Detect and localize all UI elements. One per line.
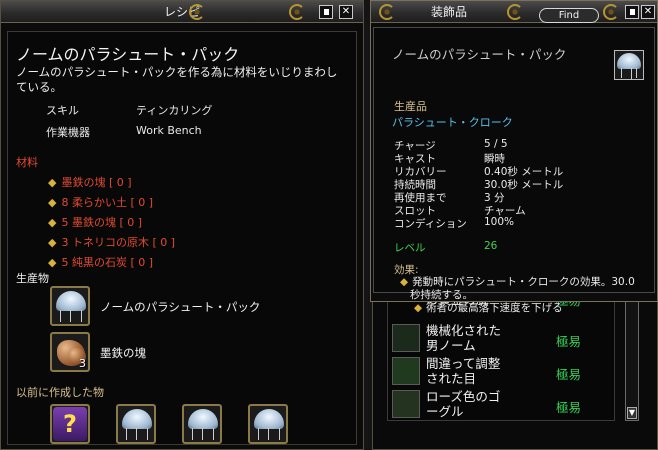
- stat-value: 100%: [484, 216, 515, 228]
- bullet-icon: ◆: [400, 276, 409, 288]
- product-label: ノームのパラシュート・パック: [100, 300, 261, 314]
- product-label: 墨鉄の塊: [100, 346, 146, 360]
- swirl-ornament-icon: [507, 4, 523, 20]
- recipe-description: ノームのパラシュート・パックを作る為に材料をいじりまわしている。: [16, 65, 338, 94]
- parachute-icon: [56, 291, 86, 311]
- product-slot-ore[interactable]: 3: [50, 332, 90, 372]
- recipe-titlebar[interactable]: レシピ: [1, 1, 363, 23]
- stat-value: 5 / 5: [484, 138, 508, 150]
- swirl-ornament-icon: [189, 4, 205, 20]
- level-value: 26: [484, 240, 498, 252]
- tooltip-title: ノームのパラシュート・パック: [392, 47, 567, 62]
- products-header: 生産物: [16, 272, 49, 285]
- find-button[interactable]: Find: [539, 8, 599, 23]
- material-item: ◆ 3 トネリコの原木 [ 0 ]: [48, 236, 176, 249]
- list-item[interactable]: 機械化された男ノーム 極易: [388, 322, 616, 355]
- item-tooltip: 装飾品 Find ✕ ノームのパラシュート・パック 生産品 パラシュート・クロー…: [370, 0, 658, 314]
- previous-slot[interactable]: [182, 404, 222, 444]
- product-qty: 3: [79, 357, 86, 370]
- list-item[interactable]: 間違って調整された目 極易: [388, 355, 616, 388]
- close-icon[interactable]: ✕: [339, 5, 353, 19]
- materials-header: 材料: [16, 156, 38, 169]
- tooltip-tag: 生産品: [394, 100, 427, 113]
- parachute-icon: [122, 409, 152, 429]
- material-item: ◆ 墨鉄の塊 [ 0 ]: [48, 176, 132, 189]
- parachute-icon: [614, 50, 644, 80]
- previously-made-header: 以前に作成した物: [16, 386, 104, 399]
- effect-line: 秒持続する。: [410, 289, 473, 301]
- list-scrollbar[interactable]: ▼: [625, 301, 639, 421]
- accessory-title: 装飾品: [431, 5, 468, 19]
- goggles-icon: [392, 390, 420, 418]
- skill-label: スキル: [46, 104, 79, 117]
- stat-label: コンディション: [394, 218, 467, 230]
- station-value: Work Bench: [136, 124, 202, 137]
- tooltip-box: ノームのパラシュート・パック 生産品 パラシュート・クローク チャージ 5 / …: [373, 27, 655, 314]
- bullet-icon: ◆: [48, 176, 57, 189]
- recipe-window: レシピ ✕ ノームのパラシュート・パック ノームのパラシュート・パックを作る為に…: [0, 0, 364, 450]
- bullet-icon: ◆: [48, 216, 57, 229]
- product-slot-parachute[interactable]: [50, 286, 90, 326]
- eye-icon: [392, 357, 420, 385]
- pin-icon[interactable]: [625, 5, 639, 19]
- parachute-icon: [188, 409, 218, 429]
- swirl-ornament-icon: [603, 4, 619, 20]
- list-item[interactable]: ローズ色のゴーグル 極易: [388, 388, 616, 421]
- scroll-down-icon[interactable]: ▼: [627, 407, 637, 419]
- swirl-ornament-icon: [289, 4, 305, 20]
- effects-title: 効果:: [394, 264, 419, 276]
- material-item: ◆ 5 純黒の石炭 [ 0 ]: [48, 256, 154, 269]
- question-mark-icon: ?: [53, 407, 87, 441]
- effect-line: ◆ 発動時にパラシュート・クロークの効果。30.0: [400, 276, 635, 288]
- recipe-body: ノームのパラシュート・パック ノームのパラシュート・パックを作る為に材料をいじり…: [7, 31, 357, 445]
- material-item: ◆ 8 柔らかい土 [ 0 ]: [48, 196, 154, 209]
- previous-slot[interactable]: [248, 404, 288, 444]
- bullet-icon: ◆: [48, 196, 57, 209]
- bullet-icon: ◆: [48, 236, 57, 249]
- effect-line: ◆ 術者の最高落下速度を下げる: [414, 302, 563, 314]
- parachute-icon: [254, 409, 284, 429]
- previous-slot[interactable]: [116, 404, 156, 444]
- recipe-list: の黄金の腕 極易 機械化された男ノーム 極易 間違って調整された目 極易 ローズ…: [387, 292, 616, 421]
- close-icon[interactable]: ✕: [641, 5, 655, 19]
- previous-slot[interactable]: ?: [50, 404, 90, 444]
- bullet-icon: ◆: [414, 302, 423, 314]
- bullet-icon: ◆: [48, 256, 57, 269]
- material-item: ◆ 5 墨鉄の塊 [ 0 ]: [48, 216, 143, 229]
- recipe-item-name: ノームのパラシュート・パック: [16, 45, 240, 64]
- skill-value: ティンカリング: [136, 104, 213, 117]
- pin-icon[interactable]: [319, 5, 333, 19]
- mech-gnome-icon: [392, 324, 420, 352]
- station-label: 作業機器: [46, 126, 90, 139]
- level-label: レベル: [394, 242, 426, 254]
- tooltip-subtitle: パラシュート・クローク: [392, 116, 513, 129]
- swirl-ornament-icon: [379, 4, 395, 20]
